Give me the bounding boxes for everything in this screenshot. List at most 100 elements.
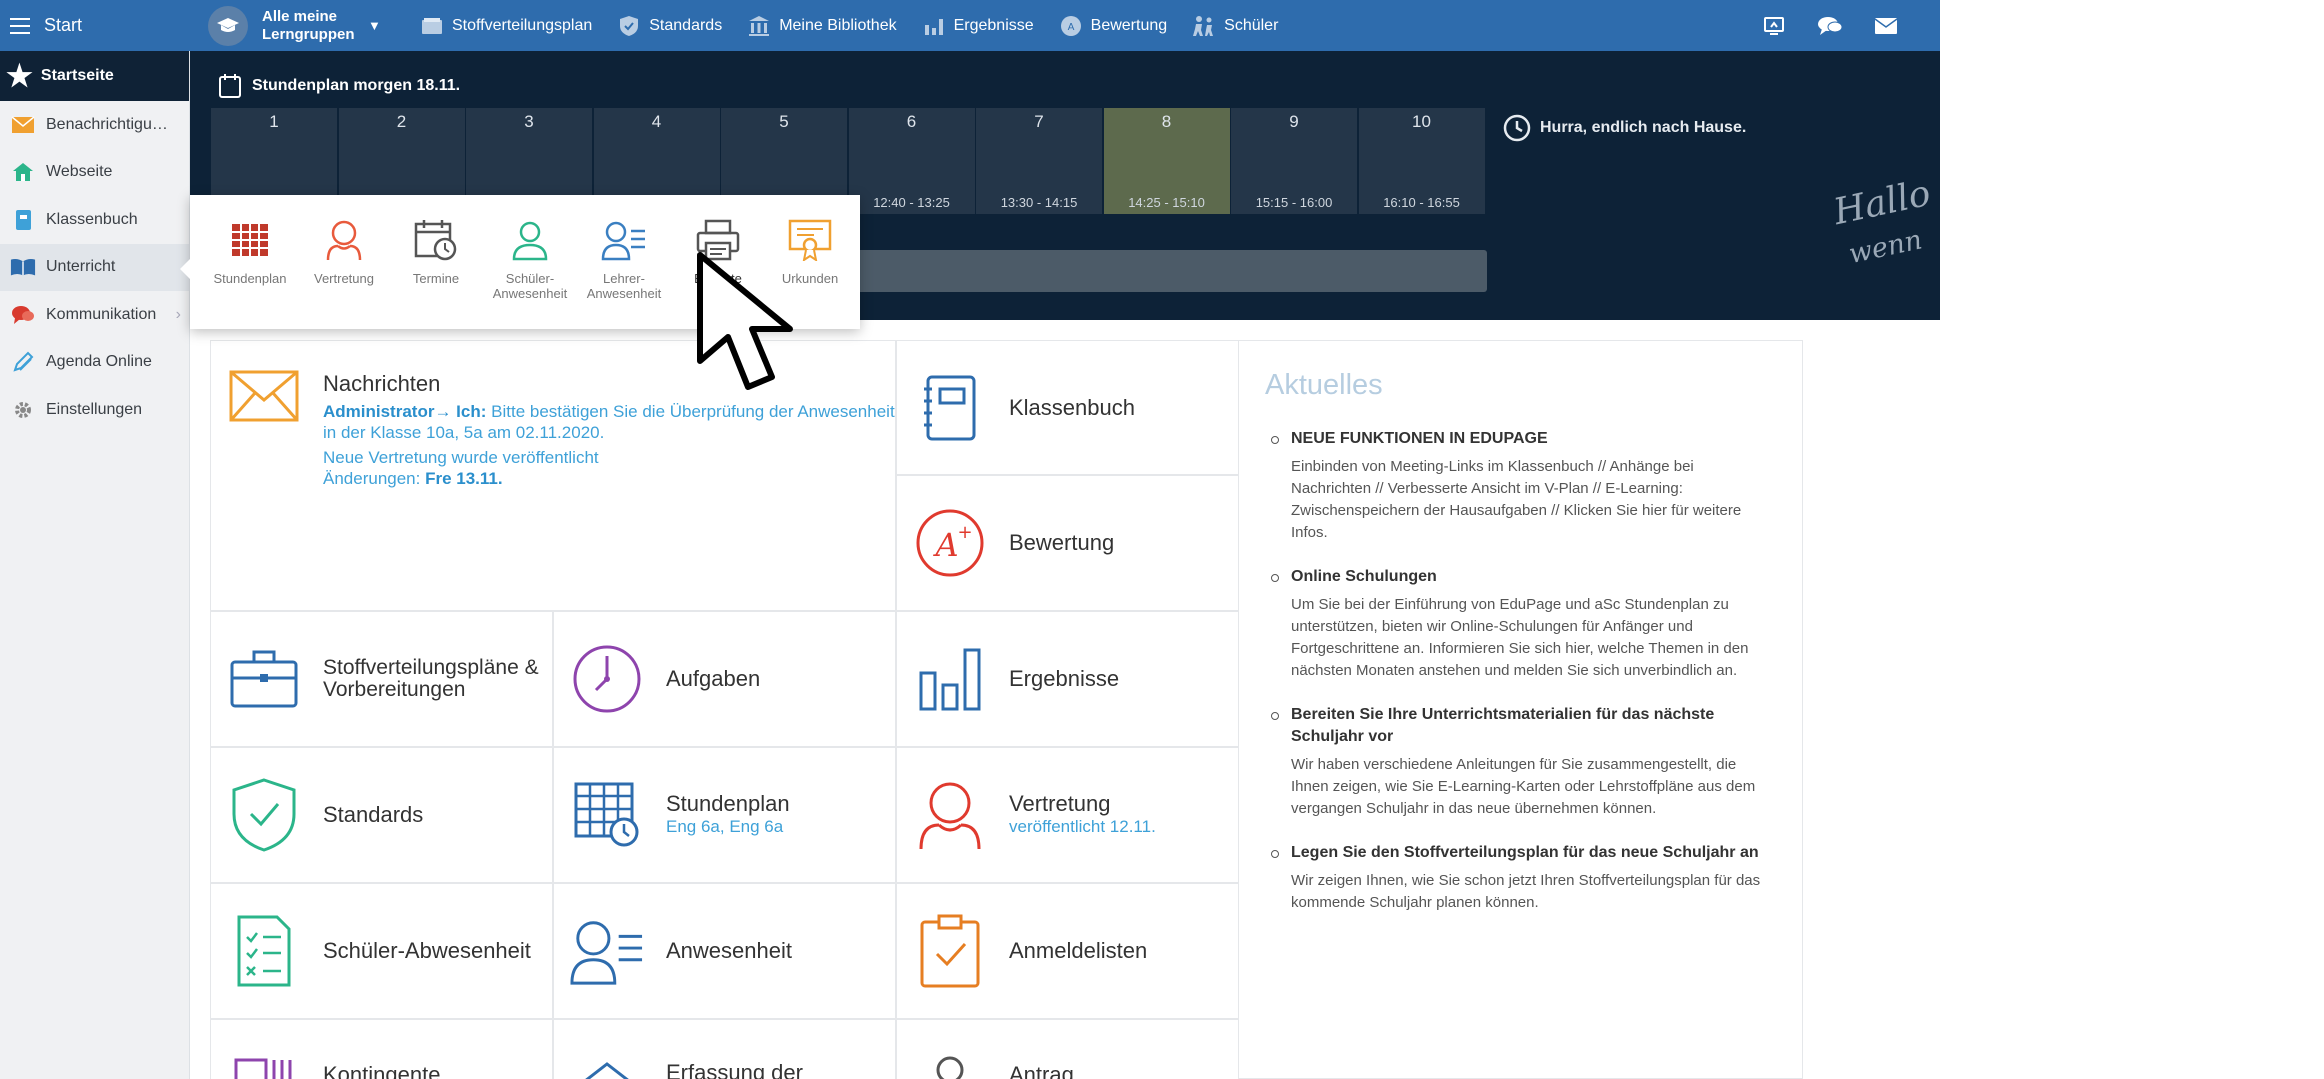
sidebar-item-label: Benachrichtigu…	[46, 115, 168, 133]
period-number: 3	[524, 112, 534, 131]
groups-label: Alle meine Lerngruppen	[262, 7, 355, 43]
message-text: Änderungen:	[323, 469, 426, 488]
tile-antrag[interactable]: Antrag	[896, 1019, 1239, 1079]
nav-bewertung[interactable]: A Bewertung	[1059, 14, 1168, 38]
tile-stundenplan[interactable]: Stundenplan Eng 6a, Eng 6a	[553, 747, 896, 883]
nav-stoffverteilungsplan[interactable]: Stoffverteilungsplan	[420, 14, 592, 38]
sidebar-item-label: Startseite	[40, 67, 114, 84]
handwritten-greeting: Hallo wenn	[1830, 172, 1940, 278]
groups-selector[interactable]: Alle meine Lerngruppen ▼	[208, 0, 381, 51]
nav-standards[interactable]: Standards	[617, 14, 722, 38]
nav-meine-bibliothek[interactable]: Meine Bibliothek	[747, 14, 897, 38]
timetable-clock-icon	[570, 778, 644, 852]
student-attendance-icon	[505, 215, 555, 265]
news-body: Um Sie bei der Einführung von EduPage un…	[1291, 596, 1749, 679]
submenu-lehrer-anwesenheit[interactable]: Lehrer-Anwesenheit	[580, 215, 668, 301]
tile-vertretung[interactable]: Vertretung veröffentlicht 12.11.	[896, 747, 1239, 883]
hero-progress-bar	[790, 250, 1487, 292]
news-item[interactable]: Bereiten Sie Ihre Unterrichtsmaterialien…	[1265, 704, 1776, 820]
tile-kontingente[interactable]: Kontingente	[210, 1019, 553, 1079]
sidebar-item-unterricht[interactable]: Unterricht	[0, 243, 189, 291]
tile-standards[interactable]: Standards	[210, 747, 553, 883]
period-cell[interactable]: 9 15:15 - 16:00	[1231, 108, 1357, 214]
submenu-label: Vertretung	[314, 271, 374, 286]
svg-text:+: +	[957, 522, 972, 543]
tile-aufgaben[interactable]: Aufgaben	[553, 611, 896, 747]
briefcase-icon	[227, 642, 301, 716]
bar-chart-icon	[922, 14, 946, 38]
period-cell-current[interactable]: 8 14:25 - 15:10	[1103, 108, 1230, 214]
sidebar-item-klassenbuch[interactable]: Klassenbuch	[0, 196, 189, 244]
message-entry[interactable]: Neue Vertretung wurde veröffentlicht	[323, 447, 895, 468]
nav-ergebnisse[interactable]: Ergebnisse	[922, 14, 1034, 38]
tile-bewertung[interactable]: A + Bewertung	[896, 475, 1239, 611]
house-icon	[10, 159, 36, 185]
nav-label: Bewertung	[1090, 16, 1168, 34]
message-text: Neue Vertretung wurde veröffentlicht	[323, 448, 599, 467]
period-number: 10	[1412, 112, 1431, 131]
start-menu-button[interactable]: Start	[0, 0, 190, 51]
tile-label: Klassenbuch	[1009, 394, 1135, 420]
sidebar-item-webseite[interactable]: Webseite	[0, 149, 189, 197]
news-item[interactable]: Online Schulungen Um Sie bei der Einführ…	[1265, 566, 1776, 682]
period-time: 15:15 - 16:00	[1255, 195, 1333, 210]
stack-icon	[227, 1042, 301, 1079]
submenu-schueler-anwesenheit[interactable]: Schüler-Anwesenheit	[486, 215, 574, 301]
cast-screen-icon[interactable]	[1760, 12, 1788, 40]
submenu-label: Stundenplan	[213, 271, 287, 286]
tile-label: Vertretung	[1009, 791, 1111, 816]
notebook-icon	[913, 371, 987, 445]
library-icon	[747, 14, 771, 38]
sidebar-item-label: Klassenbuch	[46, 210, 138, 228]
tile-klassenbuch[interactable]: Klassenbuch	[896, 340, 1239, 475]
chat-icon[interactable]	[1816, 12, 1844, 40]
period-time: 16:10 - 16:55	[1383, 195, 1460, 210]
edupage-app: { "topbar": { "start_label": "Start", "g…	[0, 0, 2324, 1079]
news-panel: Aktuelles NEUE FUNKTIONEN IN EDUPAGE Ein…	[1238, 340, 1803, 1079]
sidebar-item-kommunikation[interactable]: Kommunikation ›	[0, 291, 189, 339]
period-number: 8	[1161, 112, 1172, 131]
nav-label: Schüler	[1224, 16, 1279, 34]
period-cell[interactable]: 7 13:30 - 14:15	[976, 108, 1102, 214]
period-cell[interactable]: 6 12:40 - 13:25	[848, 108, 975, 214]
hamburger-icon	[10, 17, 30, 34]
message-entry[interactable]: Administrator→ Ich: Bitte bestätigen Sie…	[323, 401, 895, 443]
tile-label: Aufgaben	[666, 666, 761, 691]
sidebar-item-label: Einstellungen	[46, 400, 143, 418]
period-number: 2	[396, 112, 407, 131]
tile-sublabel: veröffentlicht 12.11.	[1009, 817, 1156, 836]
tile-anmeldelisten[interactable]: Anmeldelisten	[896, 883, 1239, 1019]
mail-icon[interactable]	[1872, 12, 1900, 40]
news-heading: Online Schulungen	[1291, 568, 1437, 585]
sidebar-item-benachrichtigungen[interactable]: Benachrichtigu…	[0, 101, 189, 149]
tile-schueler-abwesenheit[interactable]: Schüler-Abwesenheit	[210, 883, 553, 1019]
news-item[interactable]: NEUE FUNKTIONEN IN EDUPAGE Einbinden von…	[1265, 428, 1776, 544]
tile-label: Erfassung der	[666, 1060, 803, 1079]
tile-label: Antrag	[1009, 1062, 1074, 1079]
nav-label: Meine Bibliothek	[779, 16, 897, 34]
top-bar: Start Alle meine Lerngruppen ▼ Stoffvert…	[0, 0, 1940, 51]
message-entry[interactable]: Änderungen: Fre 13.11.	[323, 468, 895, 489]
hero-title: Stundenplan morgen 18.11.	[218, 73, 460, 99]
submenu-stundenplan[interactable]: Stundenplan	[206, 215, 294, 286]
submenu-vertretung[interactable]: Vertretung	[300, 215, 388, 286]
tile-ergebnisse[interactable]: Ergebnisse	[896, 611, 1239, 747]
period-number: 6	[906, 112, 917, 131]
period-cell[interactable]: 10 16:10 - 16:55	[1358, 108, 1485, 214]
timetable-icon	[225, 215, 275, 265]
news-heading: NEUE FUNKTIONEN IN EDUPAGE	[1291, 430, 1548, 447]
period-number: 7	[1034, 112, 1044, 131]
news-item[interactable]: Legen Sie den Stoffverteilungsplan für d…	[1265, 842, 1776, 914]
sidebar-item-startseite[interactable]: ★ Startseite	[0, 51, 189, 101]
tile-anwesenheit[interactable]: Anwesenheit	[553, 883, 896, 1019]
sidebar-item-einstellungen[interactable]: Einstellungen	[0, 386, 189, 434]
sidebar: ★ Startseite Benachrichtigu… Webseite Kl…	[0, 51, 190, 1079]
tile-erfassung[interactable]: Erfassung der	[553, 1019, 896, 1079]
submenu-termine[interactable]: Termine	[392, 215, 480, 286]
nav-schueler[interactable]: Schüler	[1192, 14, 1278, 38]
sidebar-item-agenda-online[interactable]: Agenda Online	[0, 339, 189, 387]
books-icon	[420, 14, 444, 38]
tile-stoffverteilungsplaene[interactable]: Stoffverteilungspläne & Vorbereitungen	[210, 611, 553, 747]
start-label: Start	[44, 15, 83, 35]
news-body: Wir zeigen Ihnen, wie Sie schon jetzt Ih…	[1291, 872, 1761, 911]
